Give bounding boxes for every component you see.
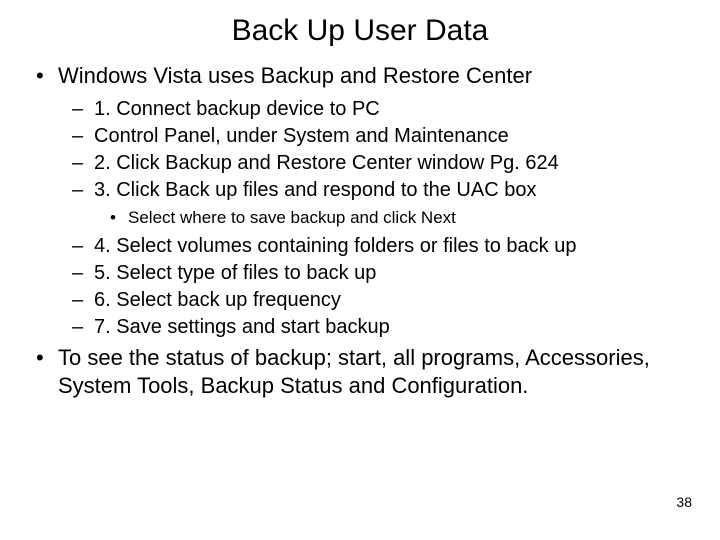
dash-icon: – <box>72 233 94 259</box>
bullet-text: 7. Save settings and start backup <box>94 314 690 340</box>
bullet-text: 5. Select type of files to back up <box>94 260 690 286</box>
bullet-level2: – 3. Click Back up files and respond to … <box>72 177 690 203</box>
dash-icon: – <box>72 314 94 340</box>
bullet-text: To see the status of backup; start, all … <box>58 344 690 399</box>
bullet-level1: • Windows Vista uses Backup and Restore … <box>30 62 690 90</box>
bullet-dot: • <box>110 207 128 230</box>
bullet-level2: – 5. Select type of files to back up <box>72 260 690 286</box>
dash-icon: – <box>72 96 94 122</box>
dash-icon: – <box>72 287 94 313</box>
bullet-text: 1. Connect backup device to PC <box>94 96 690 122</box>
bullet-text: Control Panel, under System and Maintena… <box>94 123 690 149</box>
bullet-dot: • <box>30 344 58 399</box>
bullet-level2: – 6. Select back up frequency <box>72 287 690 313</box>
bullet-text: Windows Vista uses Backup and Restore Ce… <box>58 62 690 90</box>
dash-icon: – <box>72 177 94 203</box>
bullet-text: 6. Select back up frequency <box>94 287 690 313</box>
bullet-level2: – 4. Select volumes containing folders o… <box>72 233 690 259</box>
dash-icon: – <box>72 123 94 149</box>
bullet-level2: – Control Panel, under System and Mainte… <box>72 123 690 149</box>
bullet-level2: – 2. Click Backup and Restore Center win… <box>72 150 690 176</box>
bullet-level2: – 1. Connect backup device to PC <box>72 96 690 122</box>
dash-icon: – <box>72 260 94 286</box>
bullet-text: 2. Click Backup and Restore Center windo… <box>94 150 690 176</box>
dash-icon: – <box>72 150 94 176</box>
bullet-text: 3. Click Back up files and respond to th… <box>94 177 690 203</box>
bullet-level1: • To see the status of backup; start, al… <box>30 344 690 399</box>
page-number: 38 <box>676 494 692 510</box>
bullet-dot: • <box>30 62 58 90</box>
bullet-level2: – 7. Save settings and start backup <box>72 314 690 340</box>
bullet-level3: • Select where to save backup and click … <box>110 207 690 230</box>
bullet-text: 4. Select volumes containing folders or … <box>94 233 690 259</box>
bullet-text: Select where to save backup and click Ne… <box>128 207 690 230</box>
slide-title: Back Up User Data <box>30 14 690 48</box>
